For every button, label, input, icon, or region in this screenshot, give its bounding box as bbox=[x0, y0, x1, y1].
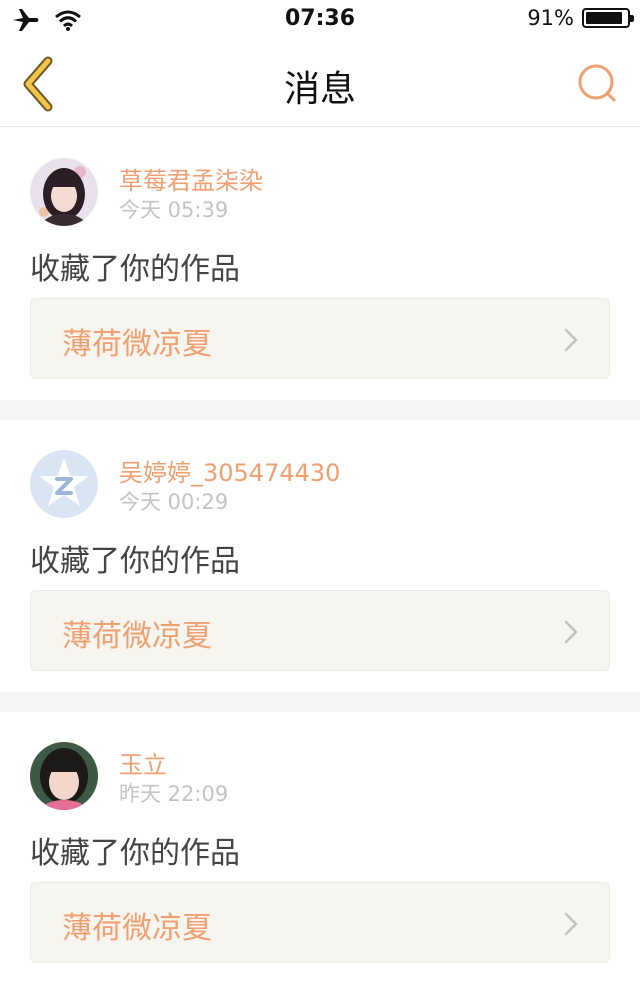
user-name[interactable]: 吴婷婷_305474430 bbox=[119, 453, 340, 488]
user-name[interactable]: 玉立 bbox=[119, 745, 167, 780]
chevron-right-icon bbox=[564, 912, 578, 936]
search-button[interactable] bbox=[576, 62, 618, 104]
timestamp: 昨天 22:09 bbox=[119, 782, 229, 806]
timestamp: 今天 00:29 bbox=[119, 490, 229, 514]
action-text: 收藏了你的作品 bbox=[30, 836, 240, 871]
work-link[interactable]: 薄荷微凉夏 bbox=[30, 298, 610, 379]
work-title: 薄荷微凉夏 bbox=[62, 619, 212, 654]
avatar[interactable] bbox=[30, 450, 98, 518]
action-text: 收藏了你的作品 bbox=[30, 544, 240, 579]
avatar[interactable] bbox=[30, 158, 98, 226]
nav-bar: 消息 bbox=[0, 40, 640, 127]
chevron-right-icon bbox=[564, 620, 578, 644]
chevron-right-icon bbox=[564, 328, 578, 352]
message-card: 玉立 昨天 22:09 收藏了你的作品 薄荷微凉夏 bbox=[0, 712, 640, 984]
status-bar: 07:36 91% bbox=[0, 0, 640, 40]
timestamp: 今天 05:39 bbox=[119, 198, 229, 222]
work-link[interactable]: 薄荷微凉夏 bbox=[30, 882, 610, 963]
message-list: 草莓君孟柒染 今天 05:39 收藏了你的作品 薄荷微凉夏 吴婷婷_305474… bbox=[0, 128, 640, 984]
section-divider bbox=[0, 692, 640, 712]
work-title: 薄荷微凉夏 bbox=[62, 911, 212, 946]
battery-status: 91% bbox=[527, 6, 634, 30]
battery-fill bbox=[586, 12, 623, 24]
search-icon bbox=[578, 64, 616, 102]
action-text: 收藏了你的作品 bbox=[30, 252, 240, 287]
message-card: 吴婷婷_305474430 今天 00:29 收藏了你的作品 薄荷微凉夏 bbox=[0, 420, 640, 692]
battery-icon bbox=[582, 8, 634, 28]
work-title: 薄荷微凉夏 bbox=[62, 327, 212, 362]
avatar[interactable] bbox=[30, 742, 98, 810]
user-name[interactable]: 草莓君孟柒染 bbox=[119, 161, 263, 196]
section-divider bbox=[0, 400, 640, 420]
battery-percent: 91% bbox=[527, 6, 574, 30]
work-link[interactable]: 薄荷微凉夏 bbox=[30, 590, 610, 671]
message-card: 草莓君孟柒染 今天 05:39 收藏了你的作品 薄荷微凉夏 bbox=[0, 128, 640, 400]
page-title: 消息 bbox=[283, 69, 356, 110]
